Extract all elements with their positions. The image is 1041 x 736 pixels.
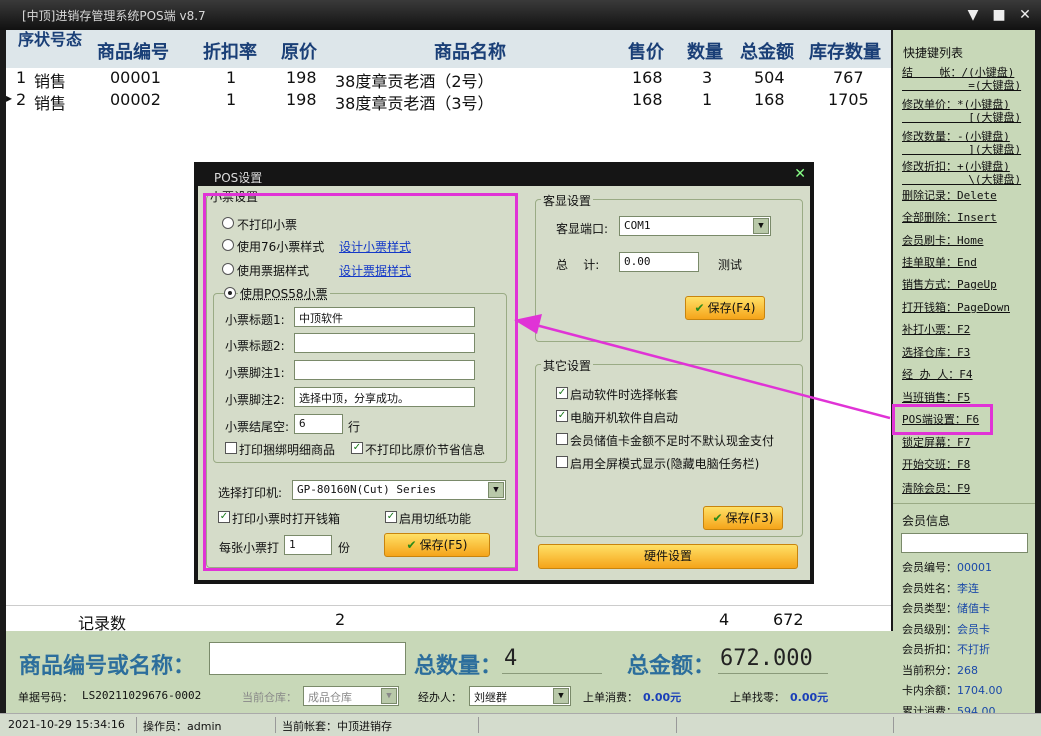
annotation-arrow: [514, 314, 891, 420]
